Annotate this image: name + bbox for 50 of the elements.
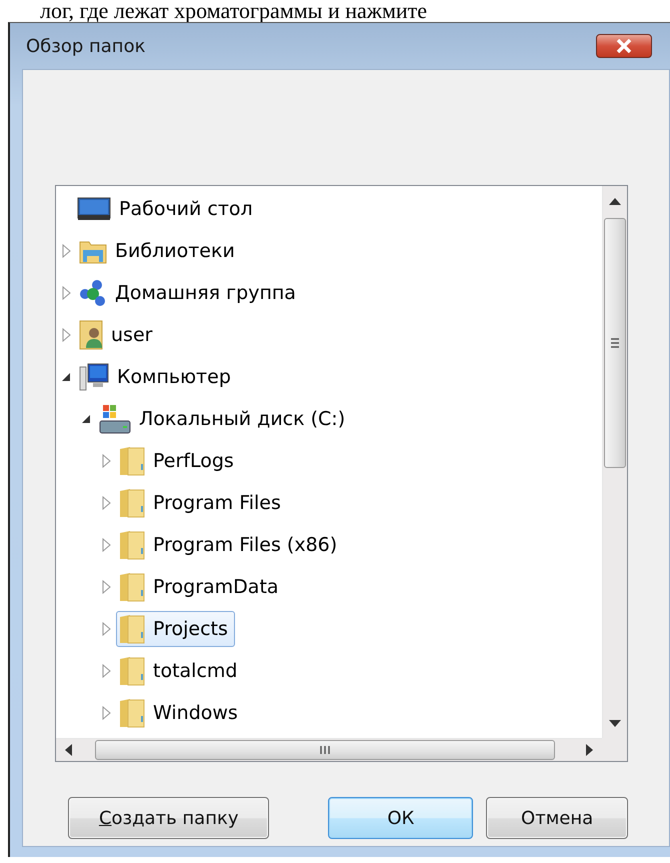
window-title: Обзор папок [26, 36, 146, 56]
expanded-arrow-icon[interactable] [61, 372, 71, 382]
background-text: лог, где лежат хроматограммы и нажмите [39, 0, 428, 22]
folder-icon [119, 656, 145, 686]
dialog-button[interactable]: Создать папку [68, 797, 270, 839]
tree-item[interactable]: user [76, 317, 160, 353]
folder-icon [119, 572, 145, 602]
collapsed-arrow-icon[interactable] [102, 580, 110, 594]
monitor-icon [77, 197, 111, 221]
scroll-thumb[interactable] [604, 218, 626, 468]
folder-icon [119, 488, 145, 518]
tree-item[interactable]: Windows [116, 695, 245, 731]
tree-item[interactable]: PerfLogs [116, 443, 241, 479]
user-folder-icon [79, 320, 103, 350]
close-icon [616, 39, 632, 53]
computer-icon [79, 363, 109, 391]
folder-icon [119, 698, 145, 728]
grip-icon [320, 745, 330, 755]
scroll-thumb[interactable] [95, 740, 555, 760]
folder-icon [119, 614, 145, 644]
close-button[interactable] [596, 34, 652, 58]
collapsed-arrow-icon[interactable] [62, 244, 70, 258]
expanded-arrow-icon[interactable] [81, 414, 91, 424]
tree-item[interactable]: totalcmd [116, 653, 244, 689]
tree-item[interactable]: Локальный диск (C:) [96, 401, 352, 437]
tree-item[interactable]: Домашняя группа [76, 275, 303, 311]
tree-item[interactable]: Компьютер [76, 359, 238, 395]
collapsed-arrow-icon[interactable] [102, 706, 110, 720]
network-icon [79, 279, 107, 307]
collapsed-arrow-icon[interactable] [102, 496, 110, 510]
collapsed-arrow-icon[interactable] [62, 328, 70, 342]
tree-item[interactable]: Библиотеки [76, 233, 242, 269]
tree-item[interactable]: Program Files (x86) [116, 527, 344, 563]
collapsed-arrow-icon[interactable] [102, 664, 110, 678]
vertical-scrollbar[interactable] [602, 186, 627, 738]
dialog-button[interactable]: Отмена [486, 797, 628, 839]
dialog-button[interactable]: ОК [328, 797, 474, 839]
grip-icon [610, 338, 620, 348]
collapsed-arrow-icon[interactable] [102, 622, 110, 636]
collapsed-arrow-icon[interactable] [62, 286, 70, 300]
horizontal-scrollbar[interactable] [56, 738, 602, 761]
tree-item[interactable]: Рабочий стол [74, 191, 260, 227]
collapsed-arrow-icon[interactable] [102, 454, 110, 468]
tree-item[interactable]: Program Files [116, 485, 288, 521]
collapsed-arrow-icon[interactable] [102, 538, 110, 552]
drive-icon [99, 404, 131, 434]
folder-icon [119, 530, 145, 560]
tree-item[interactable]: ProgramData [116, 569, 286, 605]
tree-item[interactable]: Projects [116, 611, 235, 647]
folder-icon [119, 446, 145, 476]
